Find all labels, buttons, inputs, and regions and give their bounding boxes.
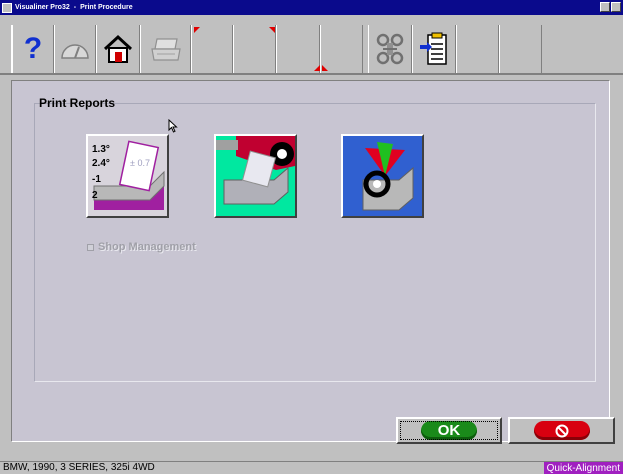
clipboard-import-icon bbox=[420, 32, 447, 65]
corner-marker-icon bbox=[314, 65, 320, 71]
corner-marker-icon bbox=[269, 27, 275, 33]
measurements-report-button[interactable]: 1.3° ± 0.7 2.4° -1 2 bbox=[86, 134, 169, 218]
vehicle-report-icon bbox=[216, 136, 295, 216]
gauge-icon bbox=[61, 44, 89, 59]
alignment-report-button[interactable] bbox=[341, 134, 424, 218]
measurement-value-4: 2 bbox=[92, 190, 98, 201]
print-reports-panel: Print Reports 1.3° ± 0.7 2.4° -1 2 Shop … bbox=[11, 80, 615, 444]
import-button[interactable] bbox=[412, 25, 456, 73]
ok-button[interactable]: OK bbox=[396, 417, 502, 444]
measurement-value-3: -1 bbox=[92, 174, 101, 185]
status-bar: BMW, 1990, 3 SERIES, 325i 4WD Quick-Alig… bbox=[0, 461, 623, 474]
alignment-mode-badge[interactable]: Quick-Alignment bbox=[543, 462, 623, 474]
toolbar-slot-1[interactable] bbox=[191, 25, 233, 73]
cancel-pill bbox=[533, 421, 590, 440]
window-title: Print Procedure bbox=[80, 4, 133, 11]
cancel-button[interactable] bbox=[508, 417, 615, 444]
title-separator: - bbox=[73, 4, 77, 11]
wheels-icon bbox=[376, 33, 404, 65]
title-bar: Visualiner Pro32 - Print Procedure bbox=[0, 0, 623, 15]
panel-title: Print Reports bbox=[39, 96, 116, 110]
wheels-button[interactable] bbox=[368, 25, 412, 73]
checkbox-box[interactable] bbox=[87, 243, 94, 251]
shop-management-label: Shop Management bbox=[98, 241, 196, 253]
toolbar-slot-6[interactable] bbox=[499, 25, 542, 73]
toolbar: ? bbox=[0, 15, 623, 75]
measurement-tolerance: ± 0.7 bbox=[130, 158, 150, 168]
toolbar-slot-3[interactable] bbox=[276, 25, 320, 73]
measurement-value-1: 1.3° bbox=[92, 144, 110, 155]
printer-icon bbox=[150, 38, 181, 61]
alignment-report-icon bbox=[343, 136, 422, 216]
app-icon[interactable] bbox=[2, 2, 12, 13]
measurement-value-2: 2.4° bbox=[92, 158, 110, 169]
mouse-cursor-icon bbox=[168, 119, 178, 133]
home-button[interactable] bbox=[96, 25, 140, 73]
gauge-button[interactable] bbox=[54, 25, 96, 73]
maximize-button[interactable] bbox=[611, 2, 621, 12]
toolbar-slot-2[interactable] bbox=[233, 25, 276, 73]
window-controls bbox=[600, 2, 621, 12]
minimize-button[interactable] bbox=[600, 2, 610, 12]
toolbar-slot-4[interactable] bbox=[320, 25, 363, 73]
shop-management-checkbox[interactable]: Shop Management bbox=[87, 241, 196, 253]
ok-label: OK bbox=[421, 421, 477, 440]
print-button[interactable] bbox=[140, 25, 191, 73]
corner-marker-icon bbox=[194, 27, 200, 33]
home-icon bbox=[103, 34, 133, 63]
vehicle-info: BMW, 1990, 3 SERIES, 325i 4WD bbox=[3, 462, 155, 473]
toolbar-slot-5[interactable] bbox=[456, 25, 499, 73]
vehicle-report-button[interactable] bbox=[214, 134, 297, 218]
cancel-icon bbox=[555, 424, 568, 437]
corner-marker-icon bbox=[322, 65, 328, 71]
app-name: Visualiner Pro32 bbox=[15, 4, 70, 11]
help-button[interactable]: ? bbox=[11, 25, 54, 73]
help-icon: ? bbox=[23, 32, 43, 65]
